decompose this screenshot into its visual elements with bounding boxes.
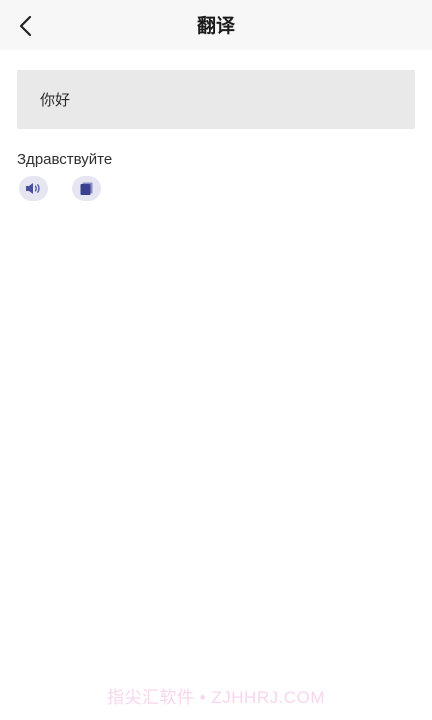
source-text-box[interactable]: 你好 — [17, 70, 415, 129]
speak-button[interactable] — [19, 176, 48, 201]
page-title: 翻译 — [196, 15, 235, 37]
speaker-icon — [26, 183, 40, 194]
copy-icon — [80, 182, 93, 195]
top-bar: 翻译 — [0, 0, 432, 50]
source-text: 你好 — [40, 91, 71, 109]
copy-button[interactable] — [72, 176, 101, 201]
translation-result: Здравствуйте — [17, 151, 113, 168]
watermark: 指尖汇软件 • ZJHHRJ.COM — [107, 688, 325, 707]
